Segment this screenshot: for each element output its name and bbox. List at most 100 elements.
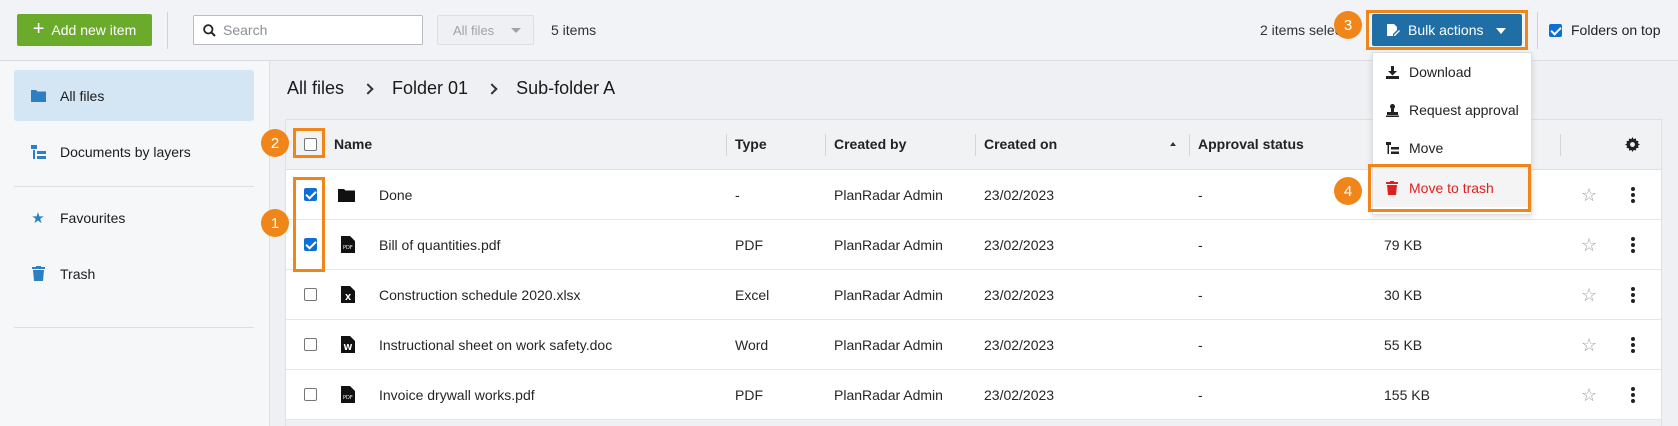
approval-status: - — [1198, 187, 1203, 203]
breadcrumb-item[interactable]: Folder 01 — [392, 78, 468, 99]
column-header-name[interactable]: Name — [334, 136, 372, 152]
file-type: Word — [735, 337, 769, 353]
favourite-star-icon[interactable]: ☆ — [1581, 185, 1597, 206]
items-count: 5 items — [551, 22, 597, 38]
approval-status: - — [1198, 337, 1203, 353]
more-options-icon[interactable] — [1631, 237, 1635, 253]
file-type: - — [735, 187, 740, 203]
column-header-created-by[interactable]: Created by — [834, 136, 906, 152]
menu-item-label: Request approval — [1409, 102, 1519, 118]
more-options-icon[interactable] — [1631, 337, 1635, 353]
menu-item-label: Move to trash — [1409, 179, 1494, 196]
file-size: 30 KB — [1384, 287, 1423, 303]
chevron-down-icon — [1496, 28, 1506, 34]
svg-text:PDF: PDF — [343, 245, 353, 251]
created-by: PlanRadar Admin — [834, 287, 943, 303]
menu-item-move[interactable]: Move — [1373, 129, 1531, 167]
svg-text:PDF: PDF — [343, 395, 353, 401]
row-checkbox[interactable] — [304, 238, 317, 251]
column-divider — [975, 134, 976, 156]
sidebar-item-label: Documents by layers — [60, 143, 191, 160]
table-row[interactable]: W Instructional sheet on work safety.doc… — [286, 320, 1661, 370]
menu-item-request-approval[interactable]: Request approval — [1373, 91, 1531, 129]
sidebar-item-all-files[interactable]: All files — [14, 70, 254, 121]
favourite-star-icon[interactable]: ☆ — [1581, 285, 1597, 306]
favourite-star-icon[interactable]: ☆ — [1581, 385, 1597, 406]
sidebar-item-documents-by-layers[interactable]: Documents by layers — [14, 126, 254, 177]
more-options-icon[interactable] — [1631, 187, 1635, 203]
gear-icon[interactable] — [1625, 137, 1640, 152]
move-icon — [1385, 141, 1399, 155]
file-filter-value: All files — [453, 22, 495, 38]
chevron-right-icon — [362, 82, 374, 95]
step-badge: 4 — [1334, 177, 1362, 205]
row-checkbox[interactable] — [304, 338, 317, 351]
column-divider — [726, 134, 727, 156]
sidebar-divider — [14, 186, 254, 187]
table-row[interactable]: X Construction schedule 2020.xlsx Excel … — [286, 270, 1661, 320]
file-type: PDF — [735, 387, 763, 403]
trash-icon — [30, 266, 46, 282]
sidebar: All files Documents by layers ★ Favourit… — [0, 61, 270, 426]
file-size: 155 KB — [1384, 387, 1430, 403]
menu-item-download[interactable]: Download — [1373, 53, 1531, 91]
search-placeholder: Search — [223, 22, 268, 38]
file-filter-select[interactable]: All files — [437, 15, 534, 45]
breadcrumb: All files Folder 01 Sub-folder A — [287, 78, 615, 99]
table-row[interactable]: PDF Invoice drywall works.pdf PDF PlanRa… — [286, 370, 1661, 420]
menu-item-move-to-trash[interactable]: Move to trash — [1373, 167, 1531, 207]
chevron-down-icon — [511, 28, 521, 33]
svg-text:W: W — [344, 343, 353, 352]
file-name[interactable]: Instructional sheet on work safety.doc — [379, 337, 612, 353]
step-badge: 1 — [261, 209, 289, 237]
more-options-icon[interactable] — [1631, 387, 1635, 403]
table-row[interactable]: PDF Bill of quantities.pdf PDF PlanRadar… — [286, 220, 1661, 270]
toolbar-divider — [1537, 12, 1538, 49]
file-type: Excel — [735, 287, 770, 303]
menu-item-label: Download — [1409, 64, 1472, 80]
created-by: PlanRadar Admin — [834, 187, 943, 203]
add-new-item-button[interactable]: + Add new item — [17, 14, 152, 46]
more-options-icon[interactable] — [1631, 287, 1635, 303]
sidebar-item-favourites[interactable]: ★ Favourites — [14, 192, 254, 243]
layers-icon — [30, 144, 46, 160]
sidebar-item-label: Favourites — [60, 209, 126, 226]
row-checkbox[interactable] — [304, 188, 317, 201]
created-by: PlanRadar Admin — [834, 387, 943, 403]
folders-on-top-toggle[interactable]: Folders on top — [1549, 22, 1661, 38]
folder-icon — [30, 88, 46, 104]
pdf-file-icon: PDF — [341, 236, 355, 253]
column-header-approval-status[interactable]: Approval status — [1198, 136, 1304, 152]
svg-text:X: X — [345, 293, 352, 302]
favourite-star-icon[interactable]: ☆ — [1581, 235, 1597, 256]
column-header-created-on[interactable]: Created on — [984, 136, 1057, 152]
created-on: 23/02/2023 — [984, 337, 1055, 353]
sidebar-item-label: All files — [60, 87, 105, 104]
breadcrumb-item[interactable]: All files — [287, 78, 344, 99]
created-on: 23/02/2023 — [984, 387, 1055, 403]
favourite-star-icon[interactable]: ☆ — [1581, 335, 1597, 356]
word-file-icon: W — [341, 336, 355, 353]
add-new-item-label: Add new item — [51, 22, 137, 38]
created-on: 23/02/2023 — [984, 237, 1055, 253]
bulk-actions-button[interactable]: Bulk actions — [1372, 14, 1522, 46]
created-by: PlanRadar Admin — [834, 337, 943, 353]
column-divider — [1560, 134, 1561, 156]
file-name[interactable]: Bill of quantities.pdf — [379, 237, 500, 253]
file-name[interactable]: Done — [379, 187, 412, 203]
sidebar-divider — [14, 327, 254, 328]
created-on: 23/02/2023 — [984, 187, 1055, 203]
file-name[interactable]: Invoice drywall works.pdf — [379, 387, 535, 403]
folders-on-top-checkbox[interactable] — [1549, 23, 1562, 37]
search-input[interactable]: Search — [193, 15, 423, 45]
file-name[interactable]: Construction schedule 2020.xlsx — [379, 287, 581, 303]
row-checkbox[interactable] — [304, 288, 317, 301]
row-checkbox[interactable] — [304, 388, 317, 401]
selected-count: 2 items selected — [1260, 22, 1343, 38]
breadcrumb-item: Sub-folder A — [516, 78, 616, 98]
bulk-actions-label: Bulk actions — [1408, 22, 1484, 38]
select-all-checkbox[interactable] — [304, 138, 317, 151]
column-header-type[interactable]: Type — [735, 136, 767, 152]
star-icon: ★ — [31, 209, 45, 227]
sidebar-item-trash[interactable]: Trash — [14, 248, 254, 299]
